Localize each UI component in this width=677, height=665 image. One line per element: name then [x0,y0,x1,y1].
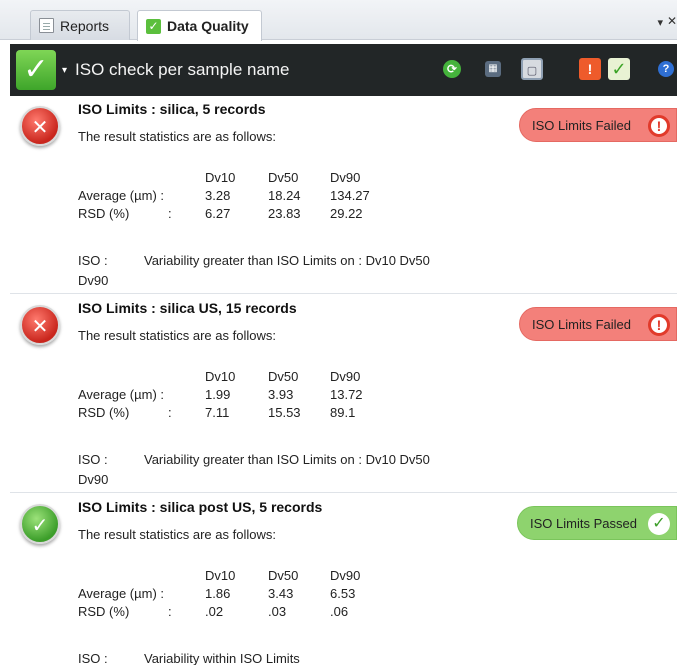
tab-data-quality[interactable]: ✓ Data Quality [137,10,262,41]
iso-text: Variability within ISO Limits [144,651,300,665]
status-badge-label: ISO Limits Failed [532,316,631,332]
average-label: Average (µm) : [78,188,164,203]
report-doc-icon [39,18,54,33]
average-dv90: 6.53 [330,586,356,601]
status-badge: ISO Limits Failed ! [519,108,677,142]
record-title: ISO Limits : silica, 5 records [78,101,266,117]
header-dv90: Dv90 [330,170,361,185]
header-dv50: Dv50 [268,369,299,384]
rsd-dv10: 7.11 [205,405,230,420]
check-icon: ✓ [648,513,670,535]
header-dv50: Dv50 [268,170,299,185]
tab-close-icon[interactable]: ✕ [667,14,677,28]
header-dv90: Dv90 [330,568,361,583]
refresh-icon[interactable]: ⟳ [443,60,461,78]
status-badge-label: ISO Limits Failed [532,117,631,133]
record-subtitle: The result statistics are as follows: [78,328,276,343]
average-dv10: 1.99 [205,387,231,402]
fail-x-icon: ✕ [20,106,60,146]
rsd-dv90: .06 [330,604,349,619]
header-dv10: Dv10 [205,369,236,384]
rsd-dv90: 89.1 [330,405,356,420]
iso-label: ISO : [78,452,108,467]
header-dv10: Dv10 [205,170,236,185]
average-dv50: 18.24 [268,188,301,203]
average-dv50: 3.93 [268,387,294,402]
average-label: Average (µm) : [78,387,164,402]
fail-x-icon: ✕ [20,305,60,345]
rsd-dv10: .02 [205,604,224,619]
rsd-colon: : [168,405,172,420]
list-item: ✕ ISO Limits : silica, 5 records The res… [10,96,677,294]
record-title: ISO Limits : silica US, 15 records [78,300,297,316]
frame-icon[interactable]: ▢ [521,58,543,80]
tab-label-reports: Reports [60,17,110,34]
ok-check-icon[interactable]: ✓ [608,58,630,80]
iso-result: ISO : Variability greater than ISO Limits… [78,251,508,291]
data-quality-check-icon: ✓ [146,18,161,34]
rsd-colon: : [168,604,172,619]
header-dv90: Dv90 [330,369,361,384]
help-icon[interactable]: ? [658,61,674,77]
iso-text-cont: Dv90 [78,472,109,487]
iso-text-cont: Dv90 [78,273,109,288]
tab-menu-chevron-icon[interactable]: ▾ [657,16,663,29]
grid-icon[interactable]: ▦ [485,61,501,77]
iso-text: Variability greater than ISO Limits on :… [144,452,430,467]
rsd-dv50: 15.53 [268,405,301,420]
rsd-colon: : [168,206,172,221]
tab-reports[interactable]: Reports [30,10,130,40]
list-item: ✓ ISO Limits : silica post US, 5 records… [10,494,677,665]
alert-icon: ! [648,115,670,137]
iso-result: ISO : Variability within ISO Limits [78,649,508,665]
status-badge: ISO Limits Failed ! [519,307,677,341]
header-dv50: Dv50 [268,568,299,583]
iso-result: ISO : Variability greater than ISO Limits… [78,450,508,490]
average-dv50: 3.43 [268,586,294,601]
average-label: Average (µm) : [78,586,164,601]
iso-text: Variability greater than ISO Limits on :… [144,253,430,268]
record-title: ISO Limits : silica post US, 5 records [78,499,323,515]
status-badge-label: ISO Limits Passed [530,515,637,531]
average-dv90: 13.72 [330,387,363,402]
iso-label: ISO : [78,253,108,268]
alert-icon: ! [648,314,670,336]
status-badge: ISO Limits Passed ✓ [517,506,677,540]
header-dv10: Dv10 [205,568,236,583]
pass-check-icon: ✓ [20,504,60,544]
average-dv10: 3.28 [205,188,231,203]
tab-strip: Reports ✓ Data Quality ▾ ✕ [0,0,677,41]
iso-label: ISO : [78,651,108,665]
average-dv90: 134.27 [330,188,370,203]
records-list: ✕ ISO Limits : silica, 5 records The res… [10,96,677,665]
rsd-dv50: .03 [268,604,287,619]
tab-label-data-quality: Data Quality [167,18,249,34]
dark-toolbar: ✓ ▾ ISO check per sample name ⟳ ▦ ▢ ! ✓ … [10,44,677,96]
record-subtitle: The result statistics are as follows: [78,527,276,542]
rsd-dv50: 23.83 [268,206,301,221]
alert-icon[interactable]: ! [579,58,601,80]
record-subtitle: The result statistics are as follows: [78,129,276,144]
rsd-dv10: 6.27 [205,206,231,221]
list-item: ✕ ISO Limits : silica US, 15 records The… [10,295,677,493]
average-dv10: 1.86 [205,586,231,601]
rsd-dv90: 29.22 [330,206,363,221]
